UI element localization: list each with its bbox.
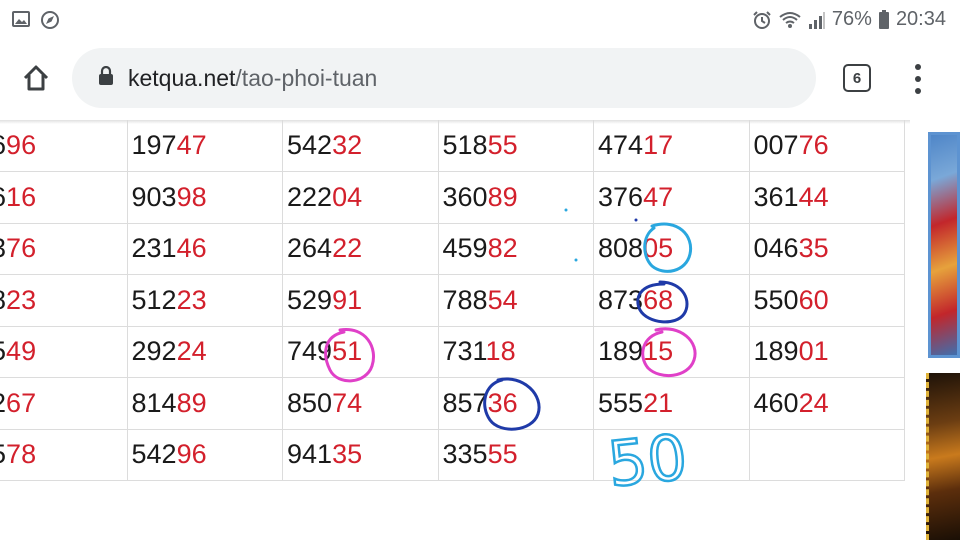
ink-dot — [564, 208, 568, 212]
ink-dot — [634, 218, 638, 222]
magenta-circle-mark — [324, 328, 375, 383]
cyan-circle-mark — [643, 222, 693, 273]
ink-dot — [574, 258, 578, 262]
handwritten-note: 50 — [604, 420, 690, 501]
magenta-circle-mark — [641, 327, 697, 378]
navy-circle-mark — [483, 377, 541, 431]
navy-circle-mark — [636, 280, 689, 324]
handwritten-annotations: 50 — [324, 208, 697, 502]
